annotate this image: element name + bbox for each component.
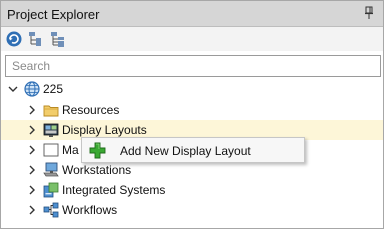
collapse-tree-icon[interactable]: [27, 30, 45, 48]
context-menu: Add New Display Layout: [81, 137, 305, 163]
add-new-display-layout-menu-item[interactable]: Add New Display Layout: [82, 138, 304, 162]
tree-item-label: Display Layouts: [62, 123, 147, 137]
workstation-icon: [43, 162, 59, 177]
tree-item-resources[interactable]: Resources: [1, 100, 383, 120]
folder-icon: [43, 105, 59, 117]
tree-item-label: Integrated Systems: [62, 183, 166, 197]
search-box: [5, 55, 381, 77]
chevron-down-icon[interactable]: [8, 84, 18, 94]
chevron-right-icon[interactable]: [27, 205, 37, 215]
tree-item-workstations[interactable]: Workstations: [1, 160, 383, 180]
search-input[interactable]: [6, 56, 380, 76]
refresh-icon[interactable]: [5, 30, 23, 48]
display-layouts-icon: [43, 123, 59, 137]
tree-item-label: Resources: [62, 103, 120, 117]
toolbar: [1, 27, 383, 51]
tree-root-label: 225: [43, 82, 64, 96]
add-plus-icon: [89, 142, 106, 159]
map-icon: [43, 143, 59, 157]
chevron-right-icon[interactable]: [27, 105, 37, 115]
context-menu-item-label: Add New Display Layout: [120, 144, 251, 158]
tree-item-label: Workstations: [62, 163, 132, 177]
tree-item-workflows[interactable]: Workflows: [1, 200, 383, 220]
panel-titlebar: Project Explorer: [1, 1, 383, 27]
chevron-right-icon[interactable]: [27, 165, 37, 175]
workflows-icon: [43, 202, 59, 218]
tree-root-row[interactable]: 225: [1, 79, 383, 99]
integrated-systems-icon: [43, 182, 59, 198]
project-explorer-panel: Project Explorer Search 225 Resources Di…: [0, 0, 384, 229]
chevron-right-icon[interactable]: [27, 185, 37, 195]
chevron-right-icon[interactable]: [27, 145, 37, 155]
tree-item-label: Ma: [62, 143, 79, 157]
chevron-right-icon[interactable]: [27, 125, 37, 135]
tree-item-integrated-systems[interactable]: Integrated Systems: [1, 180, 383, 200]
tree-item-label: Workflows: [62, 203, 118, 217]
globe-icon: [24, 81, 40, 97]
panel-title: Project Explorer: [7, 7, 100, 22]
pin-icon[interactable]: [363, 6, 375, 20]
expand-tree-icon[interactable]: [49, 30, 67, 48]
